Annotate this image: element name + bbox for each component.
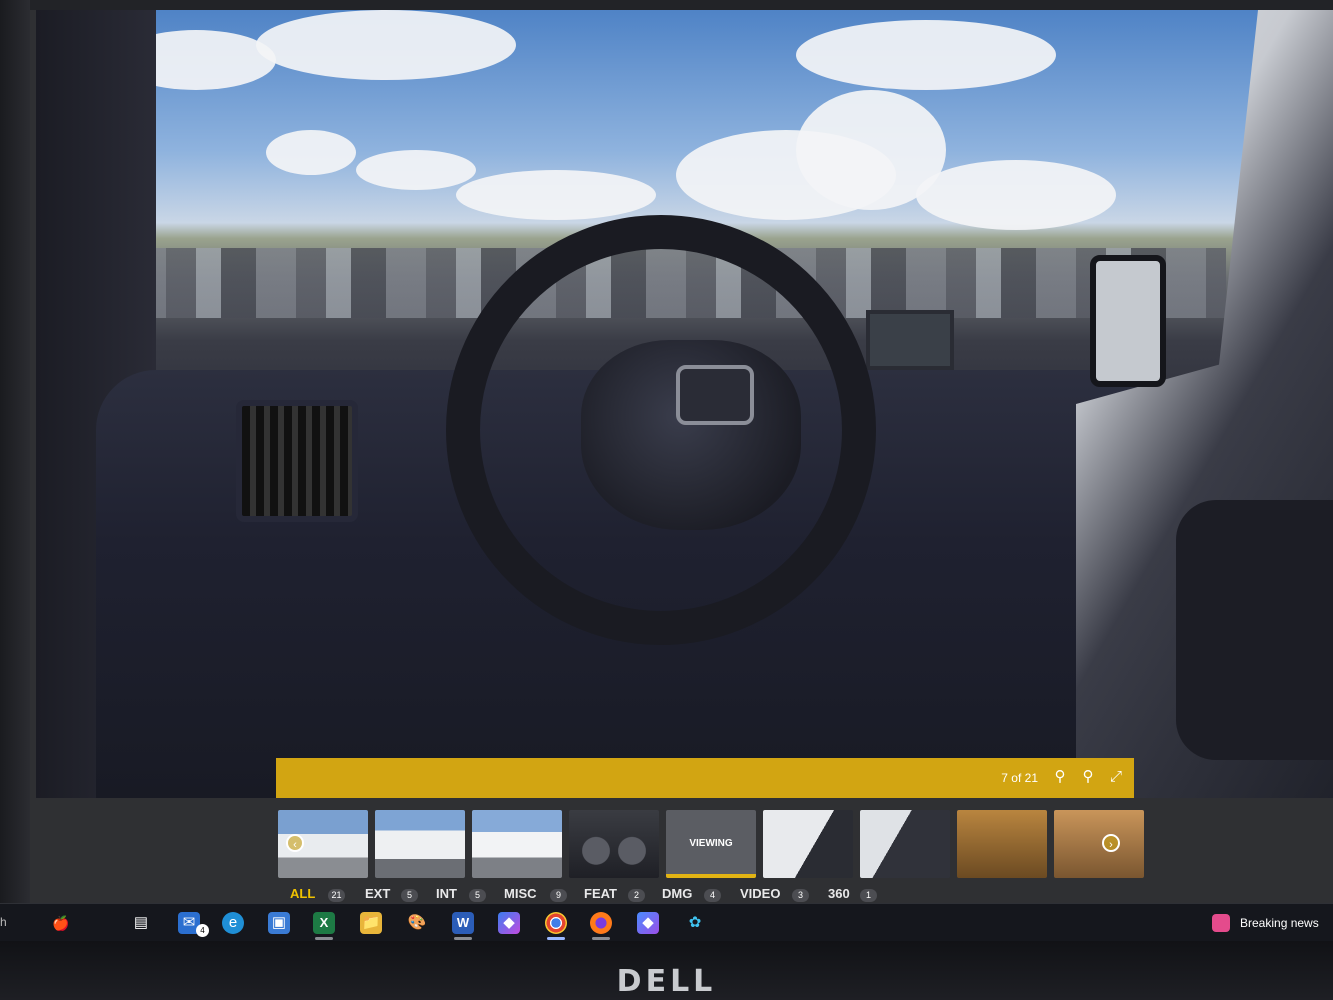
category-all[interactable]: ALL xyxy=(290,886,315,901)
viewer-control-bar: 7 of 21 ⚲ ⚲ ⤢ xyxy=(276,758,1134,798)
breaking-news-widget[interactable]: Breaking news xyxy=(1240,916,1319,930)
thumbnail-prev-icon[interactable]: ‹ xyxy=(286,834,304,852)
excel-running-indicator xyxy=(315,937,333,940)
word-icon[interactable]: W xyxy=(452,912,474,934)
air-vent xyxy=(236,400,358,522)
category-feat-count: 2 xyxy=(628,889,645,902)
mail-badge: 4 xyxy=(196,924,209,937)
zoom-in-icon[interactable]: ⚲ xyxy=(1078,767,1098,787)
main-vehicle-photo[interactable] xyxy=(36,10,1333,798)
thumbnail-9[interactable] xyxy=(1054,810,1144,878)
excel-icon[interactable]: X xyxy=(313,912,335,934)
copilot-app-icon[interactable]: ◆ xyxy=(637,912,659,934)
ram-logo-icon xyxy=(676,365,754,425)
category-ext-count: 5 xyxy=(401,889,418,902)
weather-widget-icon[interactable]: 🍎 xyxy=(50,912,72,934)
thumbnail-strip: ‹ VIEWING › xyxy=(278,810,1144,880)
chrome-icon[interactable] xyxy=(545,912,567,934)
copilot-icon[interactable]: ◆ xyxy=(498,912,520,934)
side-mirror xyxy=(1090,255,1166,387)
category-360-count: 1 xyxy=(860,889,877,902)
category-video[interactable]: VIDEO xyxy=(740,886,780,901)
news-icon[interactable] xyxy=(1212,914,1230,932)
remote-desktop-icon[interactable]: ▣ xyxy=(268,912,290,934)
thumbnail-4[interactable] xyxy=(569,810,659,878)
monitor-brand-logo: DELL xyxy=(616,964,717,999)
task-view-icon[interactable]: ▤ xyxy=(130,912,152,934)
category-misc-count: 9 xyxy=(550,889,567,902)
thumbnail-6[interactable] xyxy=(763,810,853,878)
thumbnail-3[interactable] xyxy=(472,810,562,878)
viewing-label: VIEWING xyxy=(689,838,733,849)
category-dmg[interactable]: DMG xyxy=(662,886,692,901)
category-360[interactable]: 360 xyxy=(828,886,850,901)
thumbnail-8[interactable] xyxy=(957,810,1047,878)
photo-counter: 7 of 21 xyxy=(1001,771,1038,785)
category-video-count: 3 xyxy=(792,889,809,902)
category-feat[interactable]: FEAT xyxy=(584,886,617,901)
screen: 7 of 21 ⚲ ⚲ ⤢ ‹ VIEWING › ALL 21 EXT 5 I… xyxy=(30,10,1333,910)
firefox-running-indicator xyxy=(592,937,610,940)
edge-browser-icon[interactable]: e xyxy=(222,912,244,934)
paint-icon[interactable]: 🎨 xyxy=(406,912,428,934)
thumbnail-7[interactable] xyxy=(860,810,950,878)
firefox-icon[interactable] xyxy=(590,912,612,934)
category-int-count: 5 xyxy=(469,889,486,902)
file-explorer-icon[interactable]: 📁 xyxy=(360,912,382,934)
monitor-bezel-left xyxy=(0,0,30,940)
taskbar: h 🍎 ▤ ✉ 4 e ▣ X 📁 🎨 W ◆ ◆ ✿ Breaking new… xyxy=(0,903,1333,942)
fullscreen-icon[interactable]: ⤢ xyxy=(1106,767,1126,787)
category-int[interactable]: INT xyxy=(436,886,457,901)
thumbnail-5-current[interactable]: VIEWING xyxy=(666,810,756,878)
infotainment-screen xyxy=(866,310,954,370)
category-all-count: 21 xyxy=(328,889,345,902)
category-dmg-count: 4 xyxy=(704,889,721,902)
cropped-text: h xyxy=(0,915,7,929)
category-misc[interactable]: MISC xyxy=(504,886,537,901)
word-running-indicator xyxy=(454,937,472,940)
category-ext[interactable]: EXT xyxy=(365,886,390,901)
zoom-out-icon[interactable]: ⚲ xyxy=(1050,767,1070,787)
chrome-active-indicator xyxy=(547,937,565,940)
viewing-indicator xyxy=(666,874,756,878)
thumbnail-next-icon[interactable]: › xyxy=(1102,834,1120,852)
app-icon[interactable]: ✿ xyxy=(684,912,706,934)
thumbnail-2[interactable] xyxy=(375,810,465,878)
passenger-seat xyxy=(1176,500,1333,760)
